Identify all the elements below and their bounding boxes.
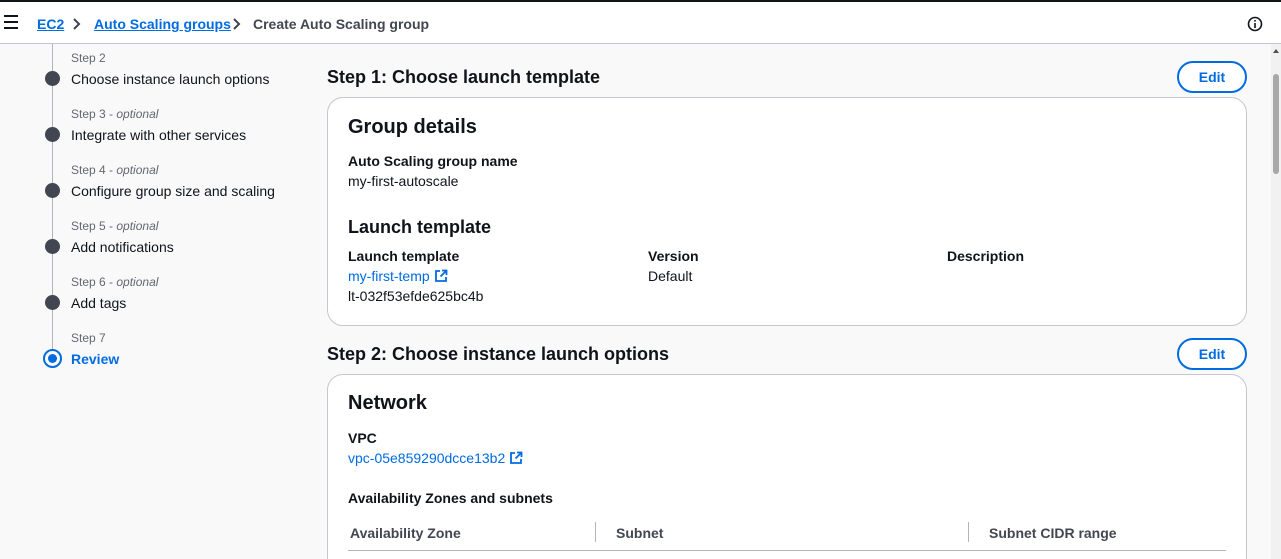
step-2-title[interactable]: Choose instance launch options	[71, 70, 269, 88]
external-link-icon	[434, 269, 448, 282]
external-link-icon	[510, 451, 523, 464]
menu-icon[interactable]	[4, 15, 18, 29]
step-5-number: Step 5 - optional	[71, 219, 159, 233]
step-2-dot	[45, 71, 60, 86]
group-details-heading: Group details	[348, 116, 477, 138]
column-header-availability-zone[interactable]: Availability Zone	[350, 524, 461, 542]
step-3-title[interactable]: Integrate with other services	[71, 126, 246, 144]
breadcrumb-current: Create Auto Scaling group	[253, 16, 430, 32]
launch-template-link[interactable]: my-first-temp	[348, 267, 448, 285]
step-6-dot	[45, 295, 60, 310]
step-1-card: Group details Auto Scaling group name my…	[327, 97, 1247, 326]
step-4-title[interactable]: Configure group size and scaling	[71, 182, 275, 200]
scroll-up-arrow-icon[interactable]	[1271, 46, 1281, 56]
description-label: Description	[947, 248, 1025, 264]
vpc-label: VPC	[348, 430, 377, 446]
info-icon[interactable]	[1247, 16, 1263, 32]
network-heading: Network	[348, 392, 427, 414]
version-value: Default	[648, 268, 693, 284]
step-2-number: Step 2	[71, 51, 106, 65]
step-3-dot	[45, 127, 60, 142]
launch-template-id: lt-032f53efde625bc4b	[348, 288, 484, 304]
step-4-dot	[45, 183, 60, 198]
chevron-right-icon	[73, 18, 81, 30]
column-divider[interactable]	[968, 522, 969, 542]
step-3-number: Step 3 - optional	[71, 107, 159, 121]
breadcrumb-ec2[interactable]: EC2	[37, 15, 64, 33]
column-header-subnet-cidr-range[interactable]: Subnet CIDR range	[989, 524, 1117, 542]
step-5-title[interactable]: Add notifications	[71, 238, 174, 256]
az-subnets-label: Availability Zones and subnets	[348, 490, 553, 506]
asg-name-value: my-first-autoscale	[348, 173, 459, 189]
table-header-divider	[348, 550, 1226, 551]
step-5-dot	[45, 239, 60, 254]
step-6-number: Step 6 - optional	[71, 275, 159, 289]
step-7-title[interactable]: Review	[71, 350, 119, 368]
step-1-heading: Step 1: Choose launch template	[327, 67, 601, 87]
step-1-edit-button[interactable]: Edit	[1177, 61, 1247, 93]
top-bar: EC2 Auto Scaling groups Create Auto Scal…	[0, 0, 1281, 44]
chevron-right-icon	[233, 18, 241, 30]
scrollbar-thumb[interactable]	[1273, 74, 1279, 174]
version-label: Version	[648, 248, 699, 264]
launch-template-heading: Launch template	[348, 217, 492, 237]
step-2-heading: Step 2: Choose instance launch options	[327, 344, 670, 364]
step-2-card: Network VPC vpc-05e859290dcce13b2 Availa…	[327, 374, 1247, 559]
launch-template-label: Launch template	[348, 248, 460, 264]
vpc-link[interactable]: vpc-05e859290dcce13b2	[348, 449, 523, 467]
column-header-subnet[interactable]: Subnet	[616, 524, 663, 542]
step-4-number: Step 4 - optional	[71, 163, 159, 177]
step-2-edit-button[interactable]: Edit	[1177, 338, 1247, 370]
asg-name-label: Auto Scaling group name	[348, 153, 518, 169]
column-divider[interactable]	[595, 522, 596, 542]
step-6-title[interactable]: Add tags	[71, 294, 126, 312]
breadcrumb-auto-scaling-groups[interactable]: Auto Scaling groups	[94, 15, 231, 33]
step-7-number: Step 7	[71, 331, 106, 345]
step-7-active-dot	[43, 349, 62, 368]
